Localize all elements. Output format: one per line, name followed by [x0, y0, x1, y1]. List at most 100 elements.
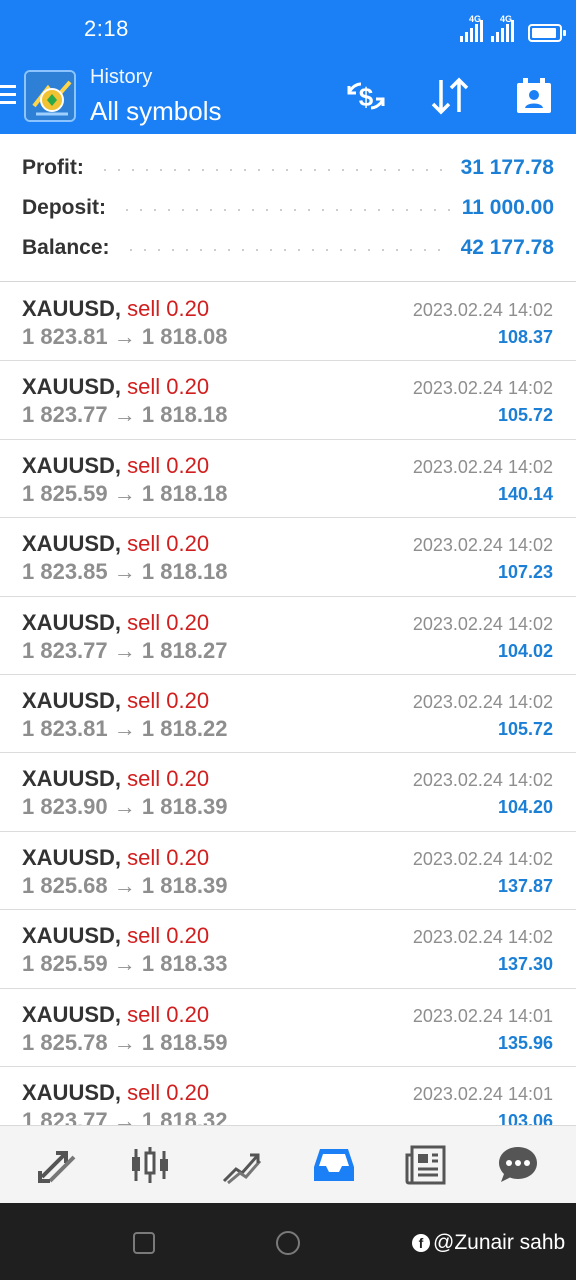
- trade-profit: 107.23: [497, 562, 553, 583]
- trade-prices: 1 823.81 → 1 818.08: [22, 324, 228, 349]
- symbol-text: XAUUSD,: [22, 452, 122, 478]
- watermark-text: @Zunair sahb: [433, 1231, 566, 1254]
- symbol-text: XAUUSD,: [22, 844, 122, 870]
- symbol-text: XAUUSD,: [22, 766, 122, 792]
- trade-prices: 1 825.59 → 1 818.33: [22, 951, 228, 977]
- page-title: History: [90, 66, 153, 88]
- symbol-text: XAUUSD,: [22, 1079, 122, 1105]
- trade-row[interactable]: XAUUSD, sell 0.20 1 823.77 → 1 818.32 20…: [0, 1067, 576, 1125]
- status-time: 2:18: [84, 16, 129, 41]
- trade-side: sell 0.20: [127, 766, 210, 792]
- trade-side: sell 0.20: [127, 844, 210, 870]
- trade-profit: 140.14: [497, 483, 553, 504]
- trade-row[interactable]: XAUUSD, sell 0.20 1 823.81 → 1 818.22 20…: [0, 675, 576, 754]
- summary-row-balance: Balance: 42 177.78: [22, 228, 554, 268]
- trade-date: 2023.02.24 14:01: [412, 1005, 553, 1026]
- nav-news[interactable]: [396, 1135, 456, 1195]
- deposit-label: Deposit:: [22, 196, 106, 219]
- nav-trade[interactable]: [212, 1135, 272, 1195]
- trade-row[interactable]: XAUUSD, sell 0.20 1 825.59 → 1 818.18 20…: [0, 440, 576, 519]
- trade-row[interactable]: XAUUSD, sell 0.20 1 823.81 → 1 818.08 20…: [0, 283, 576, 362]
- calendar-person-icon: [517, 78, 551, 113]
- nav-quotes[interactable]: [28, 1135, 88, 1195]
- trade-profit: 137.87: [497, 875, 553, 896]
- symbol-text: XAUUSD,: [22, 923, 122, 949]
- trade-prices: 1 823.85 → 1 818.18: [22, 559, 228, 585]
- trade-date: 2023.02.24 14:02: [412, 300, 553, 320]
- bottom-navigation: [0, 1125, 576, 1203]
- trade-row[interactable]: XAUUSD, sell 0.20 1 823.90 → 1 818.39 20…: [0, 753, 576, 832]
- account-summary: Profit: 31 177.78 Deposit: 11 000.00 Bal…: [0, 134, 576, 282]
- trade-side: sell 0.20: [127, 1079, 210, 1105]
- trade-date: 2023.02.24 14:02: [412, 535, 553, 556]
- trade-symbol: XAUUSD, sell 0.20: [22, 610, 209, 636]
- menu-icon[interactable]: [0, 85, 16, 107]
- facebook-icon: f: [412, 1234, 430, 1252]
- dollar-swap-button[interactable]: $: [342, 74, 390, 118]
- trade-symbol: XAUUSD, sell 0.20: [22, 1080, 209, 1106]
- dotted-leader: [123, 249, 449, 251]
- trade-side: sell 0.20: [127, 923, 210, 949]
- trade-prices: 1 823.77 → 1 818.18: [22, 402, 228, 428]
- trade-side: sell 0.20: [127, 531, 210, 557]
- watermark: f @Zunair sahb: [412, 1231, 565, 1255]
- chat-icon: [499, 1146, 537, 1182]
- news-icon: [405, 1145, 446, 1184]
- quotes-icon: [38, 1150, 76, 1183]
- trade-symbol: XAUUSD, sell 0.20: [22, 1002, 209, 1028]
- dotted-leader: [97, 169, 449, 171]
- nav-chart[interactable]: [120, 1135, 180, 1195]
- trade-row[interactable]: XAUUSD, sell 0.20 1 825.78 → 1 818.59 20…: [0, 989, 576, 1067]
- symbol-text: XAUUSD,: [22, 609, 122, 635]
- signal-icon: 4G: [460, 14, 483, 42]
- trade-symbol: XAUUSD, sell 0.20: [22, 453, 209, 479]
- balance-value: 42 177.78: [460, 236, 554, 259]
- nav-chat[interactable]: [488, 1135, 548, 1195]
- trade-row[interactable]: XAUUSD, sell 0.20 1 823.77 → 1 818.27 20…: [0, 597, 576, 675]
- deposit-value: 11 000.00: [461, 196, 554, 219]
- trade-date: 2023.02.24 14:02: [412, 927, 553, 948]
- trade-side: sell 0.20: [127, 374, 210, 400]
- app-logo-icon[interactable]: [24, 70, 76, 122]
- trade-prices: 1 825.78 → 1 818.59: [22, 1029, 228, 1055]
- trade-profit: 103.06: [497, 1110, 553, 1125]
- trade-prices: 1 823.77 → 1 818.27: [22, 637, 228, 663]
- chart-candles-icon: [132, 1146, 168, 1183]
- trade-row[interactable]: XAUUSD, sell 0.20 1 823.77 → 1 818.18 20…: [0, 361, 576, 440]
- trade-date: 2023.02.24 14:02: [412, 378, 553, 399]
- battery-icon: [528, 24, 566, 42]
- dollar-arrows-icon: $: [347, 82, 385, 112]
- trade-history-list[interactable]: XAUUSD, sell 0.20 1 823.81 → 1 818.08 20…: [0, 283, 576, 1125]
- trade-date: 2023.02.24 14:01: [412, 1083, 553, 1104]
- trade-row[interactable]: XAUUSD, sell 0.20 1 823.85 → 1 818.18 20…: [0, 518, 576, 597]
- home-button[interactable]: [276, 1231, 300, 1255]
- trade-row[interactable]: XAUUSD, sell 0.20 1 825.68 → 1 818.39 20…: [0, 832, 576, 911]
- recents-button[interactable]: [133, 1232, 155, 1254]
- nav-history[interactable]: [304, 1135, 364, 1195]
- calendar-button[interactable]: [510, 74, 558, 118]
- profit-value: 31 177.78: [460, 156, 554, 179]
- trade-profit: 108.37: [497, 327, 553, 347]
- trade-prices: 1 823.90 → 1 818.39: [22, 794, 228, 820]
- trade-row[interactable]: XAUUSD, sell 0.20 1 825.59 → 1 818.33 20…: [0, 910, 576, 989]
- trade-symbol: XAUUSD, sell 0.20: [22, 688, 209, 714]
- trade-side: sell 0.20: [127, 296, 210, 321]
- trade-profit: 104.20: [497, 797, 553, 818]
- trade-icon: [222, 1153, 262, 1184]
- trade-date: 2023.02.24 14:02: [412, 613, 553, 634]
- trade-prices: 1 825.68 → 1 818.39: [22, 872, 228, 898]
- network-type-label: 4G: [500, 14, 513, 24]
- trade-profit: 137.30: [497, 954, 553, 975]
- sort-button[interactable]: [427, 74, 475, 118]
- signal-icon: 4G: [491, 14, 514, 42]
- trade-side: sell 0.20: [127, 1001, 210, 1027]
- trade-side: sell 0.20: [127, 687, 210, 713]
- history-inbox-icon: [314, 1148, 354, 1181]
- trade-side: sell 0.20: [127, 452, 210, 478]
- symbol-text: XAUUSD,: [22, 374, 122, 400]
- symbol-text: XAUUSD,: [22, 296, 122, 321]
- symbol-filter-label[interactable]: All symbols: [90, 96, 221, 127]
- balance-label: Balance:: [22, 236, 110, 259]
- trade-side: sell 0.20: [127, 609, 210, 635]
- svg-text:$: $: [359, 82, 374, 112]
